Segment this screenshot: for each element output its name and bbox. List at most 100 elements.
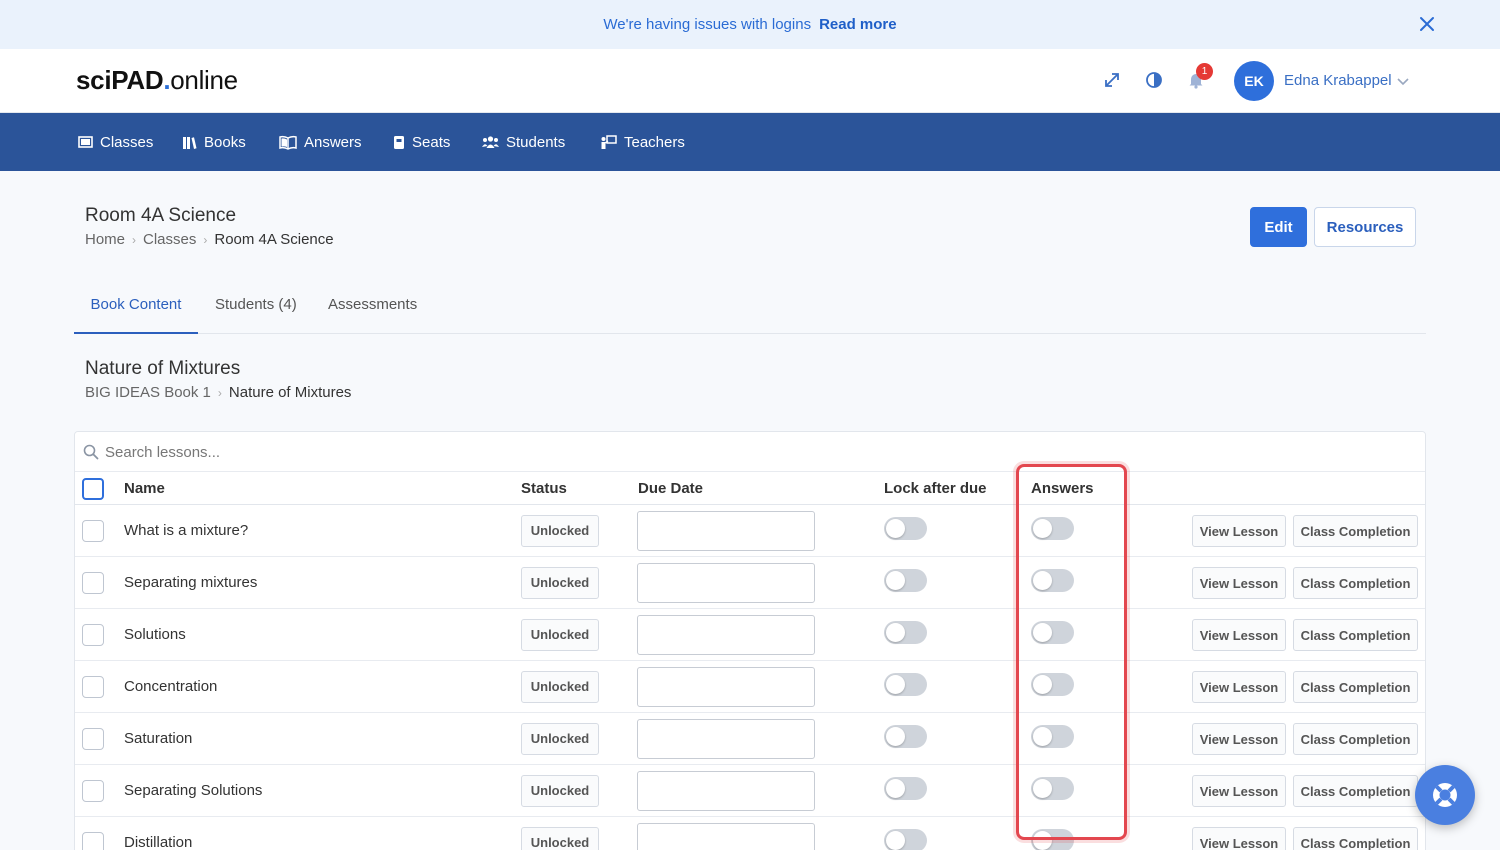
row-checkbox[interactable]: [82, 728, 104, 750]
lock-after-due-toggle[interactable]: [884, 829, 927, 850]
answers-toggle[interactable]: [1031, 725, 1074, 748]
class-completion-button[interactable]: Class Completion: [1293, 515, 1418, 547]
view-lesson-button[interactable]: View Lesson: [1192, 827, 1286, 850]
class-completion-button[interactable]: Class Completion: [1293, 671, 1418, 703]
view-lesson-button[interactable]: View Lesson: [1192, 671, 1286, 703]
class-completion-button[interactable]: Class Completion: [1293, 619, 1418, 651]
expand-icon[interactable]: [1103, 71, 1121, 89]
breadcrumb-separator-icon: ›: [217, 385, 222, 400]
column-header-lock-after-due: Lock after due: [884, 480, 987, 497]
user-name[interactable]: Edna Krabappel: [1284, 72, 1392, 89]
resources-button[interactable]: Resources: [1314, 207, 1416, 247]
class-completion-button[interactable]: Class Completion: [1293, 567, 1418, 599]
due-date-input[interactable]: [637, 615, 815, 655]
class-completion-button[interactable]: Class Completion: [1293, 723, 1418, 755]
lock-after-due-toggle[interactable]: [884, 725, 927, 748]
banner-message: We're having issues with logins: [603, 16, 812, 33]
answers-toggle[interactable]: [1031, 829, 1074, 850]
row-checkbox[interactable]: [82, 624, 104, 646]
top-bar: sciPAD.online 1 EK Edna Krabappel: [0, 49, 1500, 113]
tab-book-content[interactable]: Book Content: [74, 284, 198, 334]
class-completion-button[interactable]: Class Completion: [1293, 775, 1418, 807]
due-date-input[interactable]: [637, 563, 815, 603]
lesson-name: Concentration: [124, 678, 218, 695]
tab-bar: Book Content Students (4) Assessments: [74, 284, 1426, 334]
lock-after-due-toggle[interactable]: [884, 621, 927, 644]
breadcrumb-separator-icon: ›: [203, 232, 208, 247]
column-header-answers: Answers: [1031, 480, 1094, 497]
lesson-name: Saturation: [124, 730, 193, 747]
lock-after-due-toggle[interactable]: [884, 673, 927, 696]
due-date-input[interactable]: [637, 719, 815, 759]
table-row: Saturation Unlocked View Lesson Class Co…: [75, 713, 1425, 765]
close-icon[interactable]: [1416, 13, 1438, 35]
search-icon: [83, 444, 99, 460]
lifebuoy-icon: [1433, 783, 1457, 807]
answers-toggle[interactable]: [1031, 517, 1074, 540]
nav-item-students[interactable]: Students: [482, 113, 565, 171]
app-logo[interactable]: sciPAD.online: [76, 65, 238, 96]
row-checkbox[interactable]: [82, 572, 104, 594]
seat-icon: [394, 135, 404, 149]
due-date-input[interactable]: [637, 771, 815, 811]
lessons-table: Name Status Due Date Lock after due Answ…: [74, 431, 1426, 850]
status-badge: Unlocked: [521, 515, 599, 547]
search-bar: [75, 432, 1425, 472]
book-open-icon: [279, 135, 297, 150]
view-lesson-button[interactable]: View Lesson: [1192, 619, 1286, 651]
banner-read-more-link[interactable]: Read more: [819, 16, 897, 33]
answers-toggle[interactable]: [1031, 621, 1074, 644]
section-breadcrumb-book[interactable]: BIG IDEAS Book 1: [85, 384, 211, 401]
main-nav: Classes Books Answers Seats Students Tea…: [0, 113, 1500, 171]
lock-after-due-toggle[interactable]: [884, 777, 927, 800]
chevron-down-icon[interactable]: [1396, 74, 1410, 88]
nav-item-answers[interactable]: Answers: [279, 113, 362, 171]
lock-after-due-toggle[interactable]: [884, 517, 927, 540]
table-header: Name Status Due Date Lock after due Answ…: [75, 472, 1425, 505]
view-lesson-button[interactable]: View Lesson: [1192, 515, 1286, 547]
status-badge: Unlocked: [521, 619, 599, 651]
books-icon: [183, 136, 197, 149]
table-row: Solutions Unlocked View Lesson Class Com…: [75, 609, 1425, 661]
answers-toggle[interactable]: [1031, 569, 1074, 592]
lock-after-due-toggle[interactable]: [884, 569, 927, 592]
answers-toggle[interactable]: [1031, 673, 1074, 696]
notification-badge: 1: [1196, 63, 1213, 80]
nav-item-books[interactable]: Books: [182, 113, 246, 171]
due-date-input[interactable]: [637, 511, 815, 551]
help-button[interactable]: [1415, 765, 1475, 825]
due-date-input[interactable]: [637, 823, 815, 850]
row-checkbox[interactable]: [82, 832, 104, 850]
nav-item-teachers[interactable]: Teachers: [600, 113, 685, 171]
lesson-name: Separating mixtures: [124, 574, 258, 591]
search-input[interactable]: [105, 438, 1405, 466]
view-lesson-button[interactable]: View Lesson: [1192, 567, 1286, 599]
due-date-input[interactable]: [637, 667, 815, 707]
teacher-icon: [601, 134, 617, 149]
page-title: Room 4A Science: [85, 205, 237, 226]
edit-button[interactable]: Edit: [1250, 207, 1307, 247]
tab-students[interactable]: Students (4): [215, 284, 297, 334]
tab-assessments[interactable]: Assessments: [328, 284, 417, 334]
avatar[interactable]: EK: [1234, 61, 1274, 101]
breadcrumb-home[interactable]: Home: [85, 231, 125, 248]
answers-toggle[interactable]: [1031, 777, 1074, 800]
row-checkbox[interactable]: [82, 676, 104, 698]
students-icon: [482, 135, 499, 148]
row-checkbox[interactable]: [82, 780, 104, 802]
nav-item-seats[interactable]: Seats: [393, 113, 450, 171]
section-breadcrumb-current: Nature of Mixtures: [228, 384, 352, 401]
nav-item-classes[interactable]: Classes: [78, 113, 153, 171]
view-lesson-button[interactable]: View Lesson: [1192, 723, 1286, 755]
class-completion-button[interactable]: Class Completion: [1293, 827, 1418, 850]
lesson-name: Distillation: [124, 834, 193, 850]
contrast-icon[interactable]: [1145, 71, 1163, 89]
select-all-checkbox[interactable]: [82, 478, 104, 500]
column-header-status: Status: [521, 480, 567, 497]
status-badge: Unlocked: [521, 827, 599, 850]
status-badge: Unlocked: [521, 671, 599, 703]
table-row: Distillation Unlocked View Lesson Class …: [75, 817, 1425, 850]
view-lesson-button[interactable]: View Lesson: [1192, 775, 1286, 807]
row-checkbox[interactable]: [82, 520, 104, 542]
breadcrumb-classes[interactable]: Classes: [143, 231, 196, 248]
